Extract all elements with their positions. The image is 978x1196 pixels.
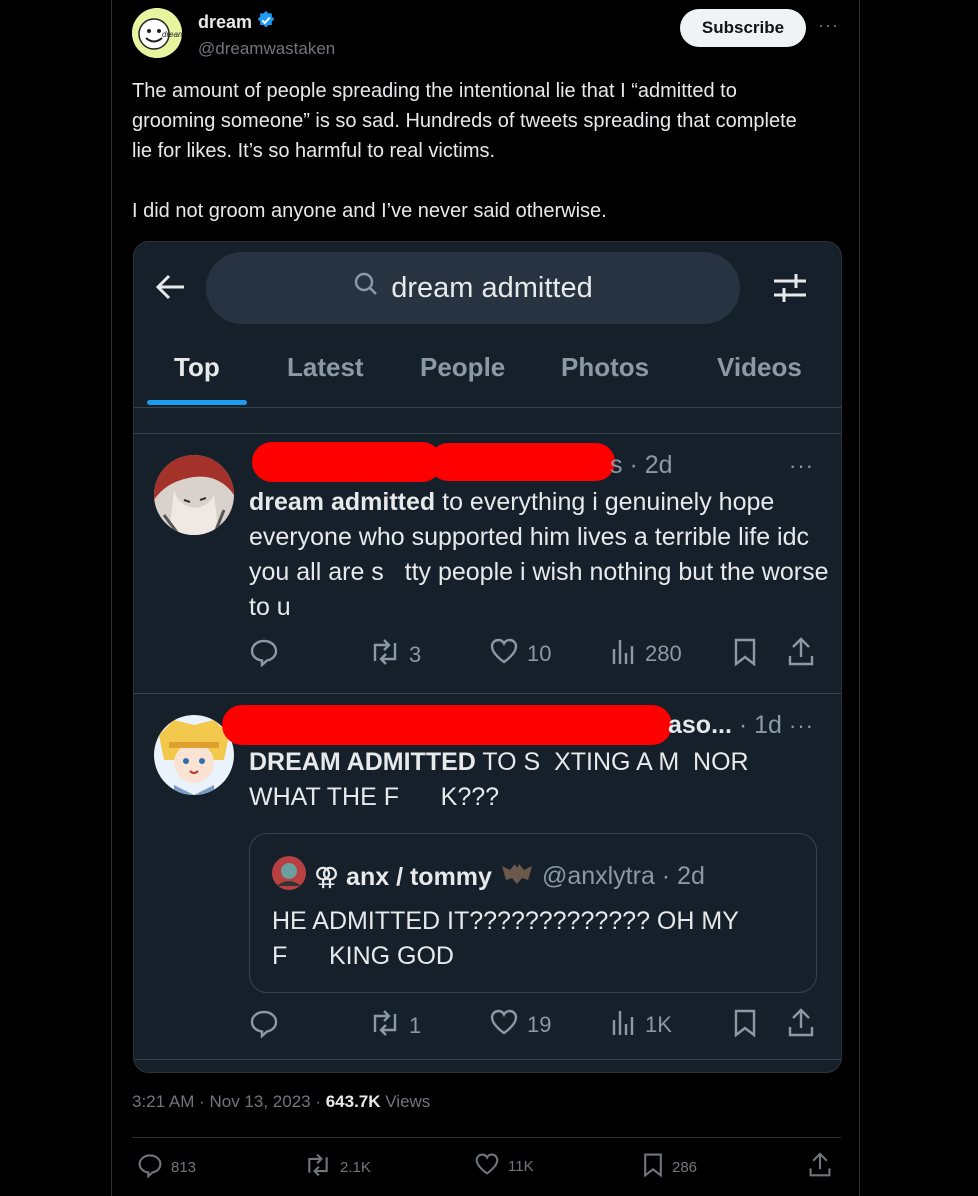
tweet-text: The amount of people spreading the inten…: [132, 80, 797, 222]
quoted-post-header: ⚢ anx / tommy @anxlytra · 2d: [272, 856, 705, 897]
heart-icon: [489, 637, 519, 671]
like-button[interactable]: 11K: [474, 1152, 534, 1180]
search-result-post: aso... · 1d ··· DREAM ADMITTED TO S XTIN…: [134, 697, 841, 1062]
share-icon: [787, 637, 815, 667]
views-chart-icon: [611, 1008, 637, 1042]
author-handle[interactable]: @dreamwastaken: [198, 39, 335, 59]
views-count: 280: [645, 641, 682, 666]
repost-action: 1: [369, 1008, 421, 1044]
share-icon: [787, 1008, 815, 1038]
heart-icon: [489, 1008, 519, 1042]
footer-divider: [132, 1137, 841, 1138]
tweet-actions: 813 2.1K 11K 286: [132, 1152, 841, 1182]
post-actions: 1 19 1K: [249, 1008, 819, 1042]
post-actions: 3 10 280: [249, 637, 819, 671]
views-chart-icon: [611, 637, 637, 671]
bookmark-icon: [733, 637, 757, 667]
avatar-wordmark: dream: [162, 30, 182, 39]
bookmark-button[interactable]: 286: [642, 1152, 697, 1182]
reply-count: 813: [171, 1158, 197, 1176]
repost-count: 3: [409, 642, 422, 667]
bookmark-icon: [642, 1152, 664, 1182]
tab-top: Top: [174, 352, 220, 382]
reply-icon: [137, 1152, 163, 1182]
repost-count: 2.1K: [340, 1158, 371, 1176]
tabs-divider: [134, 407, 841, 408]
search-icon: [353, 271, 379, 305]
repost-action: 3: [369, 637, 421, 673]
author-avatar[interactable]: dream: [132, 8, 182, 58]
post-divider: [134, 693, 841, 694]
repost-icon: [369, 637, 401, 673]
post-more-icon: ···: [789, 713, 814, 738]
post-more-icon: ···: [789, 453, 814, 478]
tweet-time[interactable]: 3:21 AM · Nov 13, 2023 ·: [132, 1092, 326, 1111]
repost-button[interactable]: 2.1K: [304, 1152, 371, 1182]
reply-action: [249, 637, 287, 673]
quoted-author-name: ⚢ anx / tommy: [314, 862, 492, 891]
bookmark-count: 286: [672, 1158, 698, 1176]
bookmark-icon: [733, 1008, 757, 1038]
like-count: 11K: [508, 1157, 534, 1175]
like-action: 19: [489, 1008, 551, 1042]
search-bar: dream admitted: [206, 252, 740, 324]
like-count: 19: [527, 1012, 552, 1037]
search-query: dream admitted: [391, 271, 593, 304]
quoted-avatar: [272, 856, 306, 897]
repost-icon: [304, 1152, 332, 1182]
subscribe-button[interactable]: Subscribe: [680, 9, 806, 47]
tab-people: People: [420, 352, 506, 382]
tab-videos: Videos: [717, 352, 802, 382]
more-options-icon[interactable]: ···: [818, 15, 839, 36]
post-divider: [134, 1059, 841, 1060]
post-meta: s · 2d: [610, 451, 673, 479]
like-action: 10: [489, 637, 551, 671]
post-body-highlight: DREAM ADMITTED: [249, 748, 476, 776]
quoted-post-body: HE ADMITTED IT????????????? OH MY F KING…: [272, 907, 739, 970]
author-block: dream @dreamwastaken: [198, 10, 335, 59]
quoted-author-handle: @anxlytra · 2d: [541, 862, 705, 890]
tab-latest: Latest: [287, 352, 364, 382]
tab-photos: Photos: [561, 352, 650, 382]
attached-screenshot[interactable]: dream admitted Top Latest People Photos …: [133, 241, 842, 1073]
reply-action: [249, 1008, 287, 1044]
quoted-post: ⚢ anx / tommy @anxlytra · 2d HE ADMITTED…: [249, 833, 817, 993]
repost-count: 1: [409, 1013, 422, 1038]
post-body: dream admitted to everything i genuinely…: [249, 485, 829, 625]
post-body: DREAM ADMITTED TO S XTING A M NOR WHAT T…: [249, 745, 829, 815]
tweet-timestamp: 3:21 AM · Nov 13, 2023 · 643.7K Views: [132, 1092, 430, 1112]
heart-icon: [474, 1152, 500, 1180]
redaction-mark: [222, 705, 672, 745]
share-button[interactable]: [808, 1152, 832, 1182]
views-action: 280: [611, 637, 682, 671]
like-count: 10: [527, 641, 552, 666]
tweet-views-label: Views: [380, 1092, 431, 1111]
reply-icon: [249, 637, 279, 673]
redaction-mark: [429, 443, 615, 481]
active-tab-indicator: [147, 400, 247, 405]
bat-emoji-icon: [500, 858, 534, 895]
section-divider: [134, 433, 841, 434]
views-action: 1K: [611, 1008, 672, 1042]
filter-settings-icon: [772, 270, 808, 311]
back-arrow-icon: [154, 270, 188, 309]
reply-button[interactable]: 813: [137, 1152, 196, 1182]
post-body-highlight: dream admitted: [249, 488, 436, 516]
reply-icon: [249, 1008, 279, 1044]
post-meta: aso... · 1d: [668, 711, 782, 739]
repost-icon: [369, 1008, 401, 1044]
author-name[interactable]: dream: [198, 12, 252, 33]
search-tabs: Top Latest People Photos Videos: [134, 342, 841, 406]
views-count: 1K: [645, 1012, 672, 1037]
redaction-mark: [252, 442, 442, 482]
tweet-column: dream dream @dreamwastaken Subscribe ···…: [111, 0, 860, 1196]
search-result-post: s · 2d ··· dream admitted to everything …: [134, 437, 841, 692]
post-avatar: [154, 455, 234, 535]
share-icon: [808, 1152, 832, 1182]
verified-badge-icon: [256, 10, 276, 35]
tweet-views-count: 643.7K: [325, 1092, 381, 1111]
